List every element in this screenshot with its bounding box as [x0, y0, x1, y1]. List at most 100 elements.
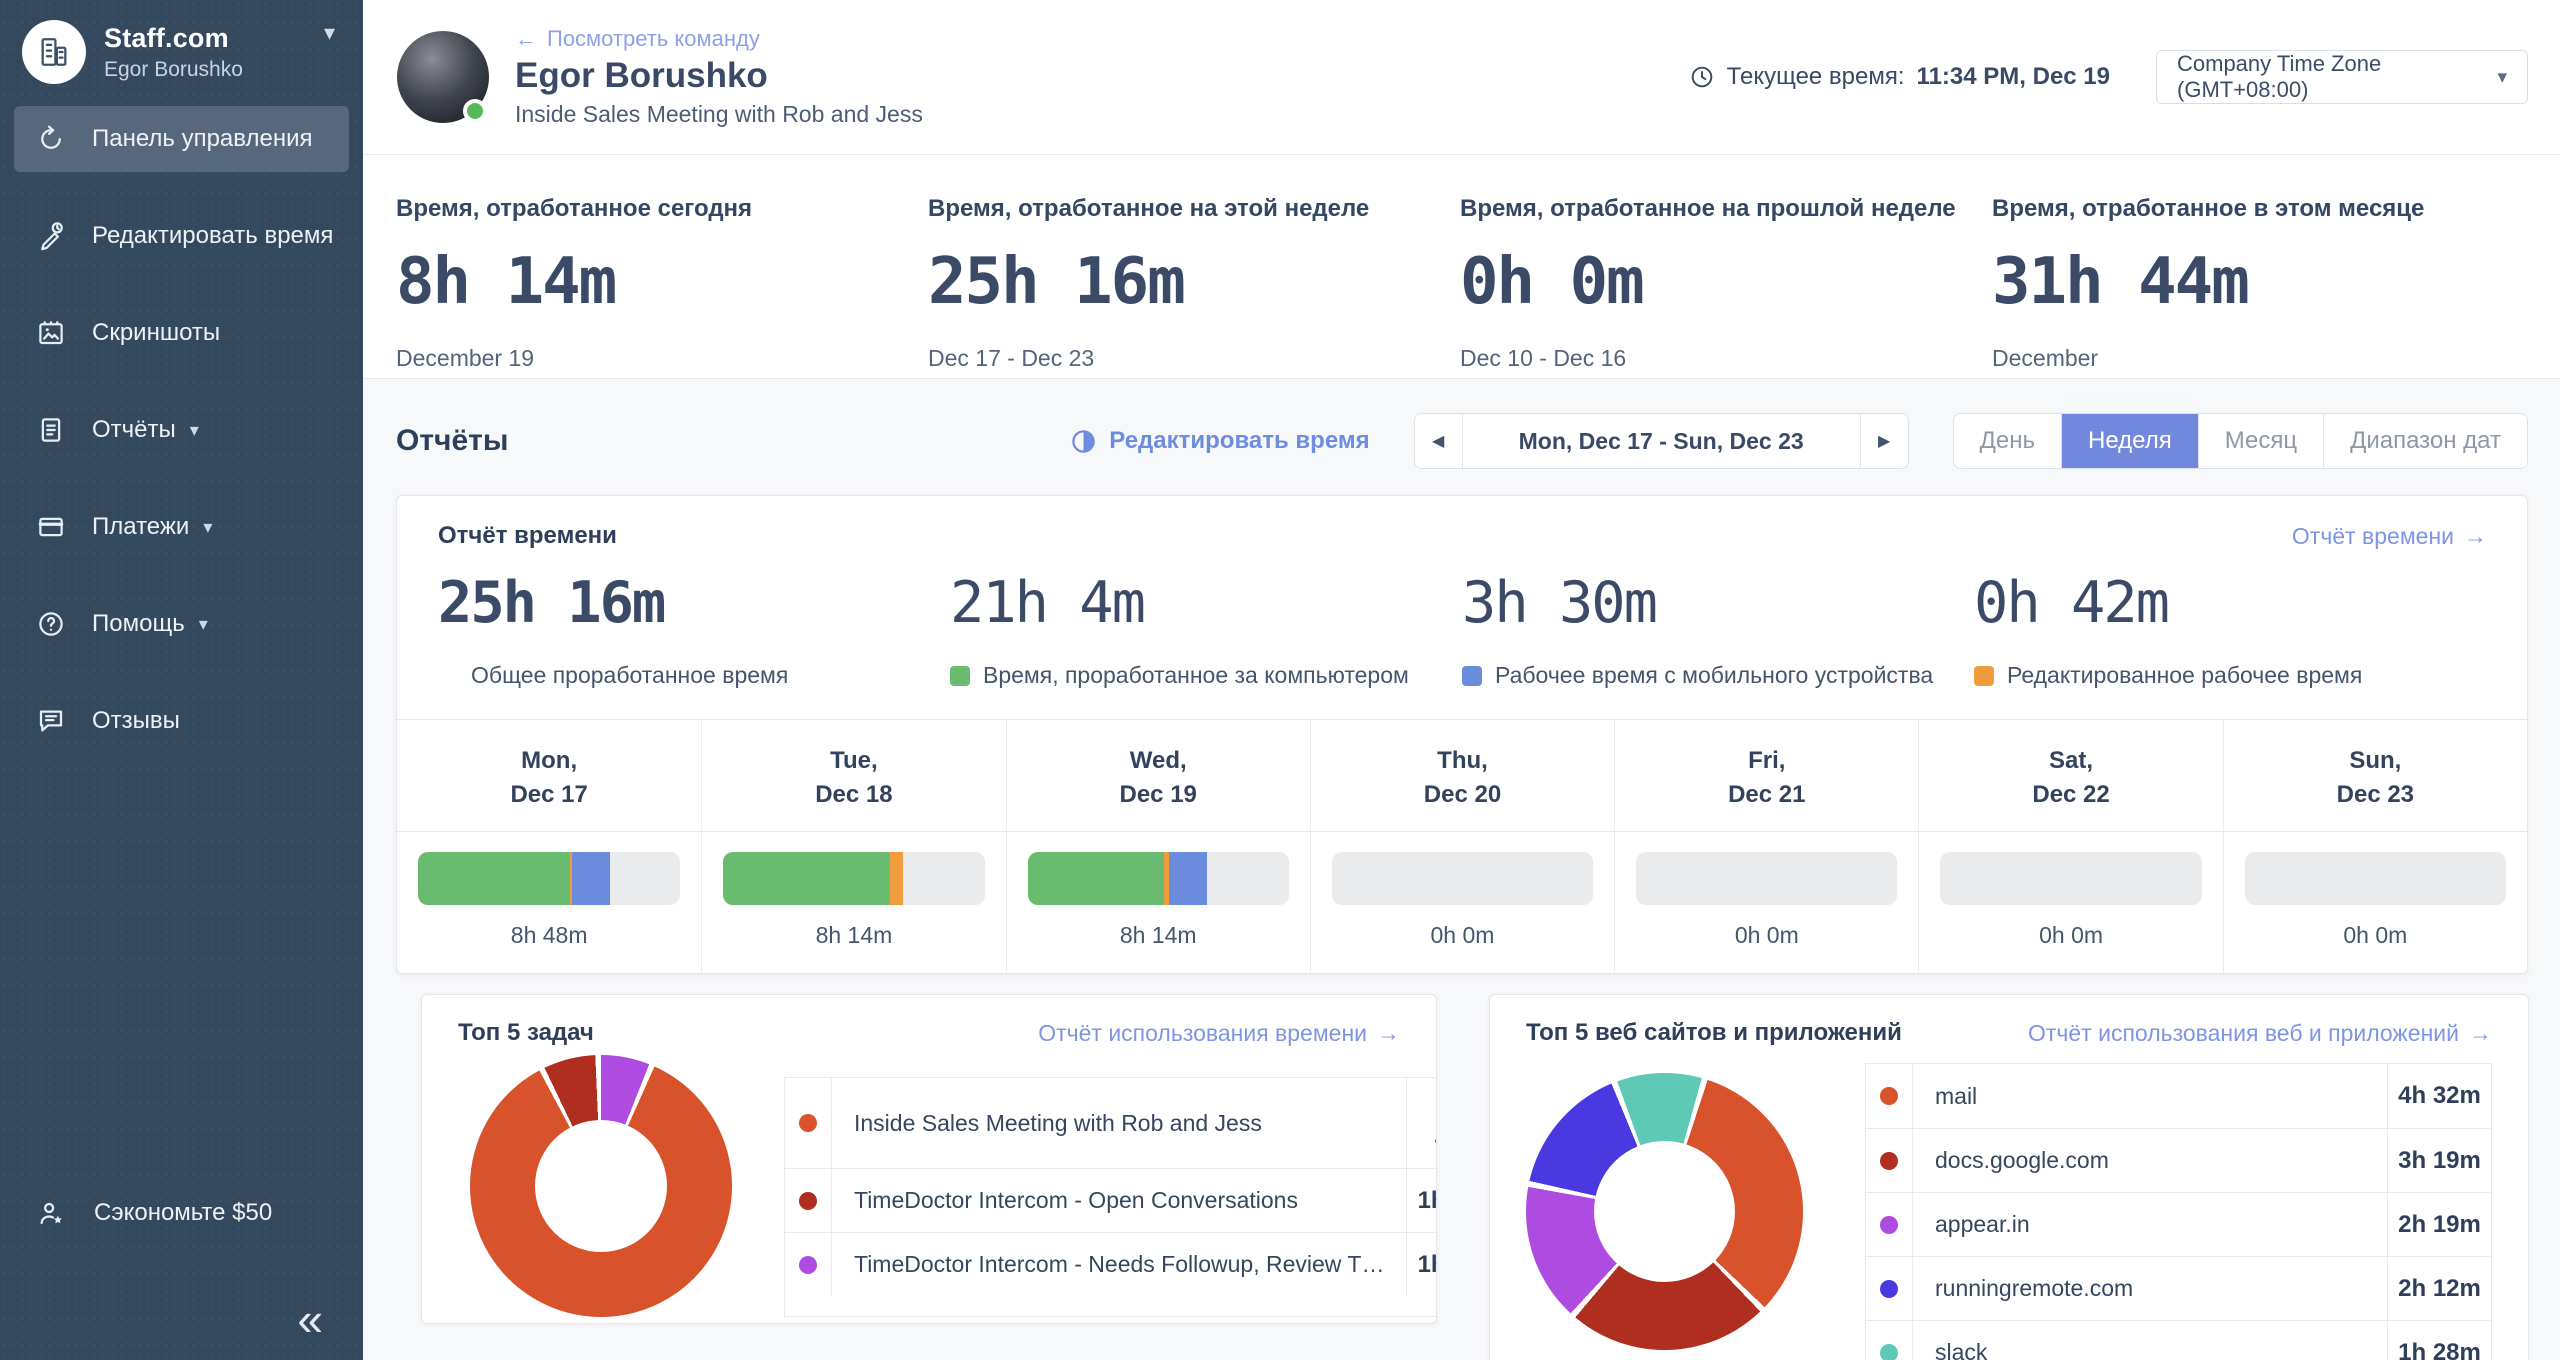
timezone-select[interactable]: Company Time Zone (GMT+08:00) ▾: [2156, 50, 2528, 104]
apps-donut-chart: [1526, 1073, 1803, 1350]
chevron-down-icon: ▾: [203, 517, 212, 538]
top-apps-card: Топ 5 веб сайтов и приложений Отчёт испо…: [1489, 994, 2529, 1360]
range-week-button[interactable]: Неделя: [2061, 414, 2198, 468]
arrow-right-icon: →: [2469, 1020, 2492, 1047]
sidebar-item-dashboard[interactable]: Панель управления: [14, 106, 349, 172]
day-total: 0h 0m: [1940, 922, 2201, 949]
brand-title: Staff.com: [104, 23, 243, 54]
table-row[interactable]: mail 4h 32m: [1866, 1064, 2491, 1128]
day-column-sat[interactable]: Sat,Dec 22 0h 0m: [1918, 720, 2222, 973]
range-custom-button[interactable]: Диапазон дат: [2323, 414, 2527, 468]
apps-table: mail 4h 32m docs.google.com 3h 19m appea…: [1865, 1063, 2492, 1360]
prev-week-button[interactable]: ◀: [1415, 414, 1463, 468]
current-time-label: Текущее время:: [1727, 63, 1905, 91]
table-row[interactable]: slack 1h 28m: [1866, 1320, 2491, 1360]
series-dot: [1880, 1280, 1898, 1298]
time-usage-report-link[interactable]: Отчёт использования времени →: [1038, 1020, 1400, 1047]
table-row[interactable]: runningremote.com 2h 12m: [1866, 1256, 2491, 1320]
edit-time-link[interactable]: Редактировать время: [1070, 427, 1369, 455]
summary-total: 25h 16m Общее проработанное время: [438, 570, 950, 689]
sidebar-item-payments[interactable]: Платежи ▾: [14, 494, 349, 560]
table-row[interactable]: TimeDoctor Intercom - Open Conversations…: [785, 1168, 1437, 1232]
card-title: Топ 5 задач: [458, 1019, 594, 1047]
day-column-mon[interactable]: Mon,Dec 17 8h 48m: [397, 720, 701, 973]
stat-value: 0h 0m: [1460, 245, 1992, 319]
clock-icon: [1689, 64, 1715, 90]
summary-computer: 21h 4m Время, проработанное за компьютер…: [950, 570, 1462, 689]
day-column-wed[interactable]: Wed,Dec 19 8h 14m: [1006, 720, 1310, 973]
web-app-usage-report-link[interactable]: Отчёт использования веб и приложений →: [2028, 1020, 2492, 1047]
series-dot: [1880, 1087, 1898, 1105]
table-row[interactable]: TimeDoctor Intercom - Needs Followup, Re…: [785, 1232, 1437, 1296]
sidebar-item-label: Панель управления: [92, 125, 312, 153]
sidebar-nav: Панель управления Редактировать время: [0, 106, 363, 754]
stat-today: Время, отработанное сегодня 8h 14m Decem…: [396, 195, 928, 378]
table-row[interactable]: docs.google.com 3h 19m: [1866, 1128, 2491, 1192]
reports-icon: [36, 415, 92, 445]
day-bar: [1940, 852, 2201, 905]
sidebar-item-label: Помощь: [92, 610, 185, 638]
company-logo: [22, 20, 86, 84]
stat-this-month: Время, отработанное в этом месяце 31h 44…: [1992, 195, 2524, 378]
day-column-thu[interactable]: Thu,Dec 20 0h 0m: [1310, 720, 1614, 973]
day-total: 8h 48m: [418, 922, 680, 949]
current-time: Текущее время: 11:34 PM, Dec 19: [1689, 63, 2110, 91]
sidebar-item-reports[interactable]: Отчёты ▾: [14, 397, 349, 463]
online-status-dot: [463, 99, 487, 123]
save-money-link[interactable]: Сэкономьте $50: [0, 1180, 363, 1246]
sidebar-item-screenshots[interactable]: Скриншоты: [14, 300, 349, 366]
brand[interactable]: Staff.com Egor Borushko ▾: [0, 0, 363, 98]
sidebar-item-label: Редактировать время: [92, 222, 333, 250]
time-report-link[interactable]: Отчёт времени →: [2292, 523, 2487, 550]
date-range-value[interactable]: Mon, Dec 17 - Sun, Dec 23: [1463, 414, 1860, 468]
day-column-fri[interactable]: Fri,Dec 21 0h 0m: [1614, 720, 1918, 973]
series-dot: [1880, 1216, 1898, 1234]
day-bar: [1636, 852, 1897, 905]
day-bar: [418, 852, 680, 905]
stats-row: Время, отработанное сегодня 8h 14m Decem…: [363, 155, 2560, 379]
series-dot: [799, 1256, 817, 1274]
collapse-sidebar-icon[interactable]: «: [297, 1292, 323, 1346]
stat-value: 25h 16m: [928, 245, 1460, 319]
series-dot: [1880, 1152, 1898, 1170]
brand-caret-icon[interactable]: ▾: [324, 20, 335, 46]
table-row[interactable]: appear.in 2h 19m: [1866, 1192, 2491, 1256]
sidebar: Staff.com Egor Borushko ▾ Панель управле…: [0, 0, 363, 1360]
arrow-right-icon: →: [1377, 1020, 1400, 1047]
legend-chip-green: [950, 666, 970, 686]
chevron-down-icon: ▾: [190, 420, 199, 441]
sidebar-item-label: Платежи: [92, 513, 189, 541]
table-row[interactable]: Inside Sales Meeting with Rob and Jess 2…: [785, 1078, 1437, 1168]
sidebar-item-label: Отзывы: [92, 707, 180, 735]
chevron-right-icon: ▶: [1878, 431, 1890, 451]
day-column-tue[interactable]: Tue,Dec 18 8h 14m: [701, 720, 1005, 973]
screenshots-icon: [36, 318, 92, 348]
feedback-icon: [36, 706, 92, 736]
user-avatar: [397, 31, 489, 123]
next-week-button[interactable]: ▶: [1860, 414, 1908, 468]
day-bar: [723, 852, 984, 905]
page-title: Egor Borushko: [515, 56, 923, 96]
range-day-button[interactable]: День: [1954, 414, 2061, 468]
chevron-down-icon: ▾: [2497, 66, 2507, 89]
card-title: Отчёт времени: [438, 522, 617, 550]
back-to-team-link[interactable]: ← Посмотреть команду: [515, 26, 760, 52]
sidebar-item-help[interactable]: Помощь ▾: [14, 591, 349, 657]
brand-subtitle: Egor Borushko: [104, 58, 243, 82]
day-total: 0h 0m: [1636, 922, 1897, 949]
donut-hole: [535, 1120, 667, 1252]
range-month-button[interactable]: Месяц: [2198, 414, 2323, 468]
series-dot: [799, 1192, 817, 1210]
sidebar-item-label: Отчёты: [92, 416, 176, 444]
summary-mobile: 3h 30m Рабочее время с мобильного устрой…: [1462, 570, 1974, 689]
sidebar-item-edit-time[interactable]: Редактировать время: [14, 203, 349, 269]
stat-this-week: Время, отработанное на этой неделе 25h 1…: [928, 195, 1460, 378]
sidebar-item-label: Скриншоты: [92, 319, 220, 347]
timezone-value: Company Time Zone (GMT+08:00): [2177, 51, 2497, 103]
donut-hole: [1594, 1141, 1735, 1282]
day-column-sun[interactable]: Sun,Dec 23 0h 0m: [2223, 720, 2527, 973]
day-bar: [2245, 852, 2506, 905]
app: Staff.com Egor Borushko ▾ Панель управле…: [0, 0, 2560, 1360]
day-total: 8h 14m: [723, 922, 984, 949]
sidebar-item-feedback[interactable]: Отзывы: [14, 688, 349, 754]
